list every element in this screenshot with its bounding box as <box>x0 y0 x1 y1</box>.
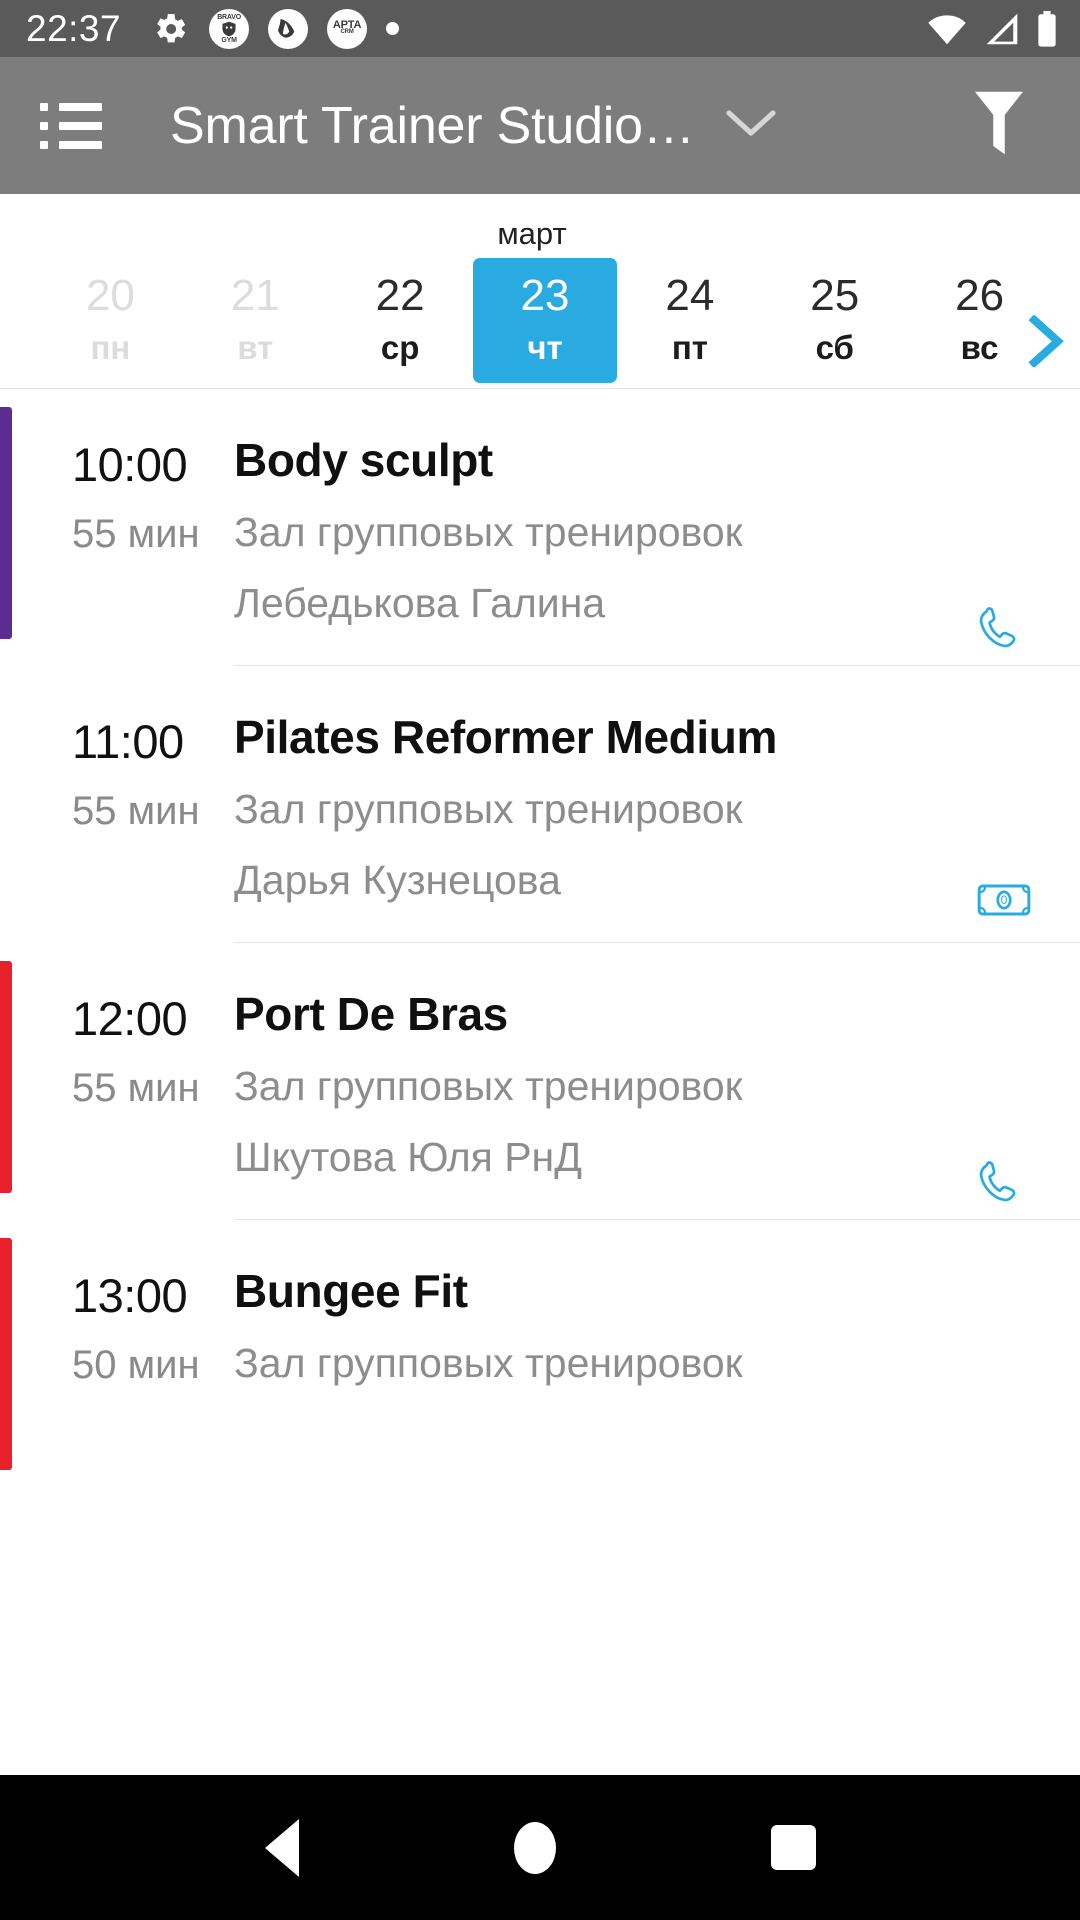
day-weekday: сб <box>815 328 854 366</box>
wifi-icon <box>926 12 968 46</box>
day-weekday: пн <box>90 328 131 366</box>
badge-line-top: APTA <box>332 18 362 31</box>
month-label: март <box>497 216 567 251</box>
schedule-item[interactable]: 11:00 55 мин Pilates Reformer Medium Зал… <box>0 666 1080 942</box>
item-time-block: 12:00 55 мин <box>0 943 234 1219</box>
phone-icon[interactable] <box>968 603 1024 659</box>
item-trainer: Дарья Кузнецова <box>234 856 561 903</box>
banknote-amount: 0 <box>1001 893 1008 907</box>
day-cell-25[interactable]: 25 сб <box>762 258 907 383</box>
item-start-time: 10:00 <box>72 438 188 491</box>
day-number: 20 <box>85 271 135 320</box>
item-room: Зал групповых тренировок <box>234 785 743 832</box>
day-number: 23 <box>520 271 570 320</box>
bravo-gym-notification-icon: BRAVO GYM <box>209 8 250 49</box>
day-cell-21[interactable]: 21 вт <box>183 258 328 383</box>
gear-icon <box>150 9 190 49</box>
day-cell-20[interactable]: 20 пн <box>38 258 183 383</box>
screen-viewport: 22:37 BRAVO GYM APTA CRM Smart Trainer S… <box>0 0 1080 1775</box>
day-number: 26 <box>955 271 1005 320</box>
item-room: Зал групповых тренировок <box>234 1062 743 1109</box>
chevron-down-icon[interactable] <box>725 106 777 145</box>
item-time-block: 13:00 50 мин <box>0 1220 234 1496</box>
recents-icon[interactable] <box>770 1825 816 1870</box>
day-number: 21 <box>230 271 280 320</box>
day-cell-24[interactable]: 24 пт <box>617 258 762 383</box>
item-start-time: 12:00 <box>72 992 188 1045</box>
item-time-block: 10:00 55 мин <box>0 389 234 665</box>
schedule-item[interactable]: 13:00 50 мин Bungee Fit Зал групповых тр… <box>0 1220 1080 1496</box>
day-weekday: ср <box>380 328 420 366</box>
item-duration: 55 мин <box>72 512 200 556</box>
app-notification-icon <box>268 8 309 49</box>
item-duration: 55 мин <box>72 789 200 833</box>
item-details: Body sculpt Зал групповых тренировок Леб… <box>234 389 1080 665</box>
home-icon[interactable] <box>513 1821 556 1874</box>
day-weekday: пт <box>671 328 708 366</box>
item-duration: 55 мин <box>72 1066 200 1110</box>
status-bar-notification-icons: BRAVO GYM APTA CRM <box>150 8 400 49</box>
item-title: Body sculpt <box>234 434 493 486</box>
battery-icon <box>1036 10 1058 47</box>
accent-bar <box>0 961 12 1193</box>
day-number: 22 <box>375 271 425 320</box>
badge-line-bottom: GYM <box>221 36 237 44</box>
day-weekday: вт <box>237 328 274 366</box>
item-duration: 50 мин <box>72 1343 200 1387</box>
item-trainer: Шкутова Юля РнД <box>234 1133 582 1180</box>
day-number: 25 <box>810 271 860 320</box>
accent-bar <box>0 1238 12 1470</box>
item-room: Зал групповых тренировок <box>234 1339 743 1386</box>
app-bar: Smart Trainer Studio… <box>0 57 1080 194</box>
item-start-time: 13:00 <box>72 1269 188 1322</box>
filter-icon[interactable] <box>970 87 1028 164</box>
list-icon[interactable] <box>40 102 102 149</box>
item-start-time: 11:00 <box>72 715 184 768</box>
date-strip: март 20 пн 21 вт 22 ср 23 чт 24 пт 25 сб… <box>0 194 1080 389</box>
status-bar: 22:37 BRAVO GYM APTA CRM <box>0 0 1080 57</box>
android-nav-bar <box>0 1775 1080 1920</box>
item-details: Bungee Fit Зал групповых тренировок <box>234 1220 1080 1496</box>
day-selector: 20 пн 21 вт 22 ср 23 чт 24 пт 25 сб 26 в… <box>0 258 1080 383</box>
badge-line-bottom: CRM <box>340 28 354 35</box>
item-title: Pilates Reformer Medium <box>234 711 777 763</box>
schedule-item[interactable]: 12:00 55 мин Port De Bras Зал групповых … <box>0 943 1080 1219</box>
cellular-signal-icon <box>983 12 1021 46</box>
day-cell-22[interactable]: 22 ср <box>328 258 473 383</box>
schedule-list: 10:00 55 мин Body sculpt Зал групповых т… <box>0 389 1080 1496</box>
day-cell-23-selected[interactable]: 23 чт <box>472 258 618 383</box>
badge-line-top: BRAVO <box>217 13 241 21</box>
back-icon[interactable] <box>264 1818 299 1877</box>
chevron-right-icon[interactable] <box>1018 314 1074 370</box>
page-title[interactable]: Smart Trainer Studio… <box>170 96 695 156</box>
arta-notification-icon: APTA CRM <box>327 8 368 49</box>
status-bar-system-icons <box>926 10 1058 47</box>
item-details: Port De Bras Зал групповых тренировок Шк… <box>234 943 1080 1219</box>
item-room: Зал групповых тренировок <box>234 508 743 555</box>
item-title: Port De Bras <box>234 988 508 1040</box>
schedule-item[interactable]: 10:00 55 мин Body sculpt Зал групповых т… <box>0 389 1080 665</box>
day-number: 24 <box>665 271 715 320</box>
phone-icon[interactable] <box>968 1157 1024 1213</box>
item-details: Pilates Reformer Medium Зал групповых тр… <box>234 666 1080 942</box>
status-bar-clock: 22:37 <box>26 7 122 49</box>
accent-bar <box>0 407 12 639</box>
item-trainer: Лебедькова Галина <box>234 579 606 626</box>
day-weekday: чт <box>527 328 563 366</box>
item-title: Bungee Fit <box>234 1265 468 1317</box>
banknote-icon[interactable]: 0 <box>976 872 1032 928</box>
item-time-block: 11:00 55 мин <box>0 666 234 942</box>
more-notifications-dot <box>386 22 400 35</box>
